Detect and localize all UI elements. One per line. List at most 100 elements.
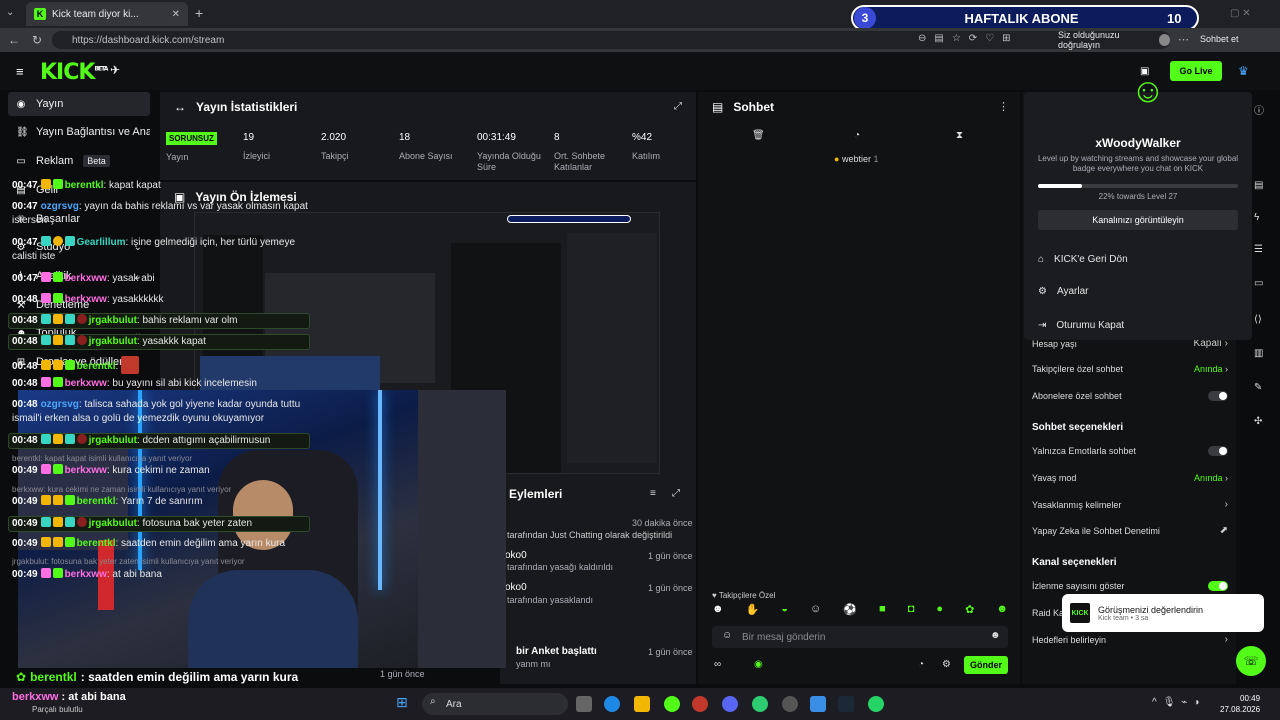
app-icon[interactable] bbox=[692, 696, 708, 712]
new-tab-icon[interactable]: + bbox=[195, 5, 203, 21]
emote-icon[interactable]: ◘ bbox=[908, 603, 915, 619]
chat-more-icon[interactable]: ⋮ bbox=[998, 100, 1009, 113]
expand-icon[interactable]: ⤢ bbox=[674, 101, 682, 112]
copilot-chat-button[interactable]: Sohbet et bbox=[1200, 34, 1239, 44]
toolbar-icons[interactable]: ⊖▤☆⟳♡⊞ bbox=[918, 33, 1019, 44]
whatsapp-icon[interactable] bbox=[868, 696, 884, 712]
sidebar-item-stream[interactable]: ◉ Yayın bbox=[8, 92, 150, 116]
app-icon[interactable] bbox=[752, 696, 768, 712]
emote-icon[interactable]: ☺ bbox=[810, 603, 821, 619]
pinned-user[interactable]: ● webtier 1 bbox=[834, 154, 879, 164]
list-icon[interactable]: ☰ bbox=[1254, 244, 1263, 255]
emote-icon[interactable]: ⚽ bbox=[843, 603, 857, 619]
setting-followers-only[interactable]: Takipçilere özel sohbet Anında › bbox=[1032, 364, 1228, 374]
chat-message[interactable]: 00:48 berentkl: bbox=[12, 356, 312, 374]
obs-icon[interactable] bbox=[782, 696, 798, 712]
setting-goals[interactable]: Hedefleri belirleyin › bbox=[1032, 634, 1228, 645]
filter-icon[interactable]: ≡ bbox=[650, 488, 656, 499]
chat-message-highlighted[interactable]: 00:48 jrgakbulut: bahis reklamı var olm bbox=[8, 313, 310, 329]
info-icon[interactable]: ⓘ bbox=[1254, 102, 1264, 117]
app-icon[interactable] bbox=[664, 696, 680, 712]
trash-icon[interactable]: 🗑 bbox=[752, 130, 765, 141]
taskbar-search[interactable]: Ara bbox=[422, 693, 568, 715]
support-chat-icon[interactable]: ☏ bbox=[1236, 646, 1266, 676]
more-icon[interactable]: ⋯ bbox=[1178, 33, 1189, 46]
window-controls[interactable]: ▢ ✕ bbox=[1230, 8, 1251, 19]
chat-message-highlighted[interactable]: 00:49 jrgakbulut: fotosuna bak yeter zate… bbox=[8, 516, 310, 532]
emote-icon[interactable]: ■ bbox=[879, 603, 886, 619]
setting-subs-only[interactable]: Abonelere özel sohbet bbox=[1032, 391, 1228, 401]
setting-emote-only[interactable]: Yalnızca Emotlarla sohbet bbox=[1032, 446, 1228, 456]
expand-icon[interactable]: ⤢ bbox=[672, 488, 680, 499]
sidebar-item-ads[interactable]: ▭ Reklam Beta bbox=[8, 149, 150, 173]
emote-icon[interactable]: ✋ bbox=[746, 603, 760, 619]
setting-ai-moderation[interactable]: Yapay Zeka ile Sohbet Denetimi ⬈ bbox=[1032, 525, 1228, 536]
steam-icon[interactable] bbox=[838, 696, 854, 712]
wrench-icon[interactable]: ✎ bbox=[1254, 382, 1262, 393]
toggle-switch[interactable] bbox=[1208, 581, 1228, 591]
message-icon[interactable]: ▭ bbox=[1254, 278, 1263, 289]
emote-icon[interactable]: ☻ bbox=[712, 603, 724, 619]
task-view-icon[interactable] bbox=[576, 696, 592, 712]
settings-icon[interactable]: ⚙ bbox=[942, 659, 951, 670]
chat-input[interactable]: Bir mesaj gönderin bbox=[712, 626, 1008, 648]
emote-icon[interactable]: ◒ bbox=[781, 603, 788, 619]
menu-icon[interactable]: ≡ bbox=[16, 64, 24, 79]
emote-picker-icon[interactable]: ☻ bbox=[990, 630, 1001, 641]
chat-message[interactable]: 00:48 berkxww: yasakkkkkk bbox=[12, 293, 312, 307]
emoji-icon[interactable]: ☺ bbox=[722, 630, 732, 641]
chat-bubble-icon[interactable]: ◔ bbox=[854, 130, 860, 141]
chat-message[interactable]: 00:48 ozgrsvg: talisca sahada yok gol yiy… bbox=[12, 398, 312, 426]
chat-bubble-icon[interactable]: ◔ bbox=[918, 659, 924, 670]
puzzle-icon[interactable]: ✣ bbox=[1254, 416, 1262, 427]
chat-message[interactable]: 00:47 ozgrsvg: yayın da bahis reklamı vs … bbox=[12, 200, 312, 228]
send-button[interactable]: Gönder bbox=[964, 656, 1008, 674]
link-mode-icon[interactable]: ∞ bbox=[714, 659, 721, 670]
sidebar-item-stream-key[interactable]: ⛓ Yayın Bağlantısı ve Anahtarı bbox=[8, 120, 150, 144]
discord-icon[interactable] bbox=[722, 696, 738, 712]
chat-message[interactable]: 00:49 berkxww: at abi bana bbox=[12, 568, 312, 582]
chat-message[interactable]: 00:48 berkxww: bu yayını sil abi kick inc… bbox=[12, 377, 312, 391]
emote-icon[interactable]: ✿ bbox=[965, 603, 974, 619]
chat-message[interactable]: 00:49 berentkl: Yarın 7 de sanırım bbox=[12, 495, 312, 509]
kick-coin-icon[interactable]: ◉ bbox=[754, 659, 763, 670]
chat-message[interactable]: 00:47 Gearlillum: işine gelmediği için, h… bbox=[12, 236, 312, 264]
system-tray-icons[interactable]: ^🎙⌁◑ bbox=[1152, 697, 1205, 708]
edge-icon[interactable] bbox=[604, 696, 620, 712]
clipboard-icon[interactable]: ▥ bbox=[1254, 348, 1263, 359]
verify-pill[interactable]: Siz olduğunuzu doğrulayın bbox=[1052, 30, 1170, 50]
chat-message-highlighted[interactable]: 00:48 jrgakbulut: dcden attıgımı açabilir… bbox=[8, 433, 310, 449]
chat-message[interactable]: 00:49 berkxww: kura cekimi ne zaman bbox=[12, 464, 312, 478]
emote-icon[interactable]: ☻ bbox=[996, 603, 1008, 619]
go-live-button[interactable]: Go Live bbox=[1170, 61, 1222, 81]
taskbar-clock[interactable]: 00:49 27.08.2026 bbox=[1220, 693, 1260, 715]
widget-icon[interactable]: ▤ bbox=[1254, 180, 1263, 191]
chat-message-highlighted[interactable]: 00:48 jrgakbulut: yasakkk kapat bbox=[8, 334, 310, 350]
hourglass-icon[interactable]: ⧗ bbox=[956, 130, 963, 141]
browser-tab[interactable]: K Kick team diyor ki... ✕ bbox=[26, 2, 188, 26]
bolt-icon[interactable]: ϟ bbox=[1254, 212, 1259, 223]
close-tab-icon[interactable]: ✕ bbox=[172, 9, 180, 20]
user-badge-icon[interactable]: ♛ bbox=[1238, 64, 1249, 78]
setting-show-viewers[interactable]: İzlenme sayısını göster bbox=[1032, 581, 1228, 591]
dropdown-item-back-to-kick[interactable]: ⌂ KICK'e Geri Dön bbox=[1038, 254, 1128, 265]
file-explorer-icon[interactable] bbox=[634, 696, 650, 712]
reload-icon[interactable]: ↻ bbox=[32, 33, 42, 47]
toggle-switch[interactable] bbox=[1208, 446, 1228, 456]
setting-slow-mode[interactable]: Yavaş mod Anında › bbox=[1032, 473, 1228, 483]
pin-icon[interactable]: ✈ bbox=[110, 63, 120, 77]
code-icon[interactable]: ⟨⟩ bbox=[1254, 314, 1262, 325]
toggle-switch[interactable] bbox=[1208, 391, 1228, 401]
chat-message[interactable]: 00:49 berentkl: saatden emin değilim ama … bbox=[12, 537, 312, 551]
windows-start-icon[interactable]: ⊞ bbox=[396, 694, 408, 711]
dropdown-item-settings[interactable]: ⚙ Ayarlar bbox=[1038, 286, 1088, 297]
tab-list-icon[interactable]: ⌄ bbox=[6, 7, 14, 18]
kick-logo[interactable]: KICKBETA bbox=[40, 60, 108, 85]
setting-banned-words[interactable]: Yasaklanmış kelimeler › bbox=[1032, 499, 1228, 510]
emote-icon[interactable]: ● bbox=[936, 603, 943, 619]
chat-message[interactable]: 00:47 berentkl: kapat kapat bbox=[12, 179, 312, 193]
back-icon[interactable]: ← bbox=[8, 33, 20, 47]
chat-message[interactable]: 00:47 berkxww: yasak abi bbox=[12, 272, 312, 286]
app-icon[interactable] bbox=[810, 696, 826, 712]
notification-toast[interactable]: KICK Görüşmenizi değerlendirin Kick team… bbox=[1062, 594, 1264, 632]
